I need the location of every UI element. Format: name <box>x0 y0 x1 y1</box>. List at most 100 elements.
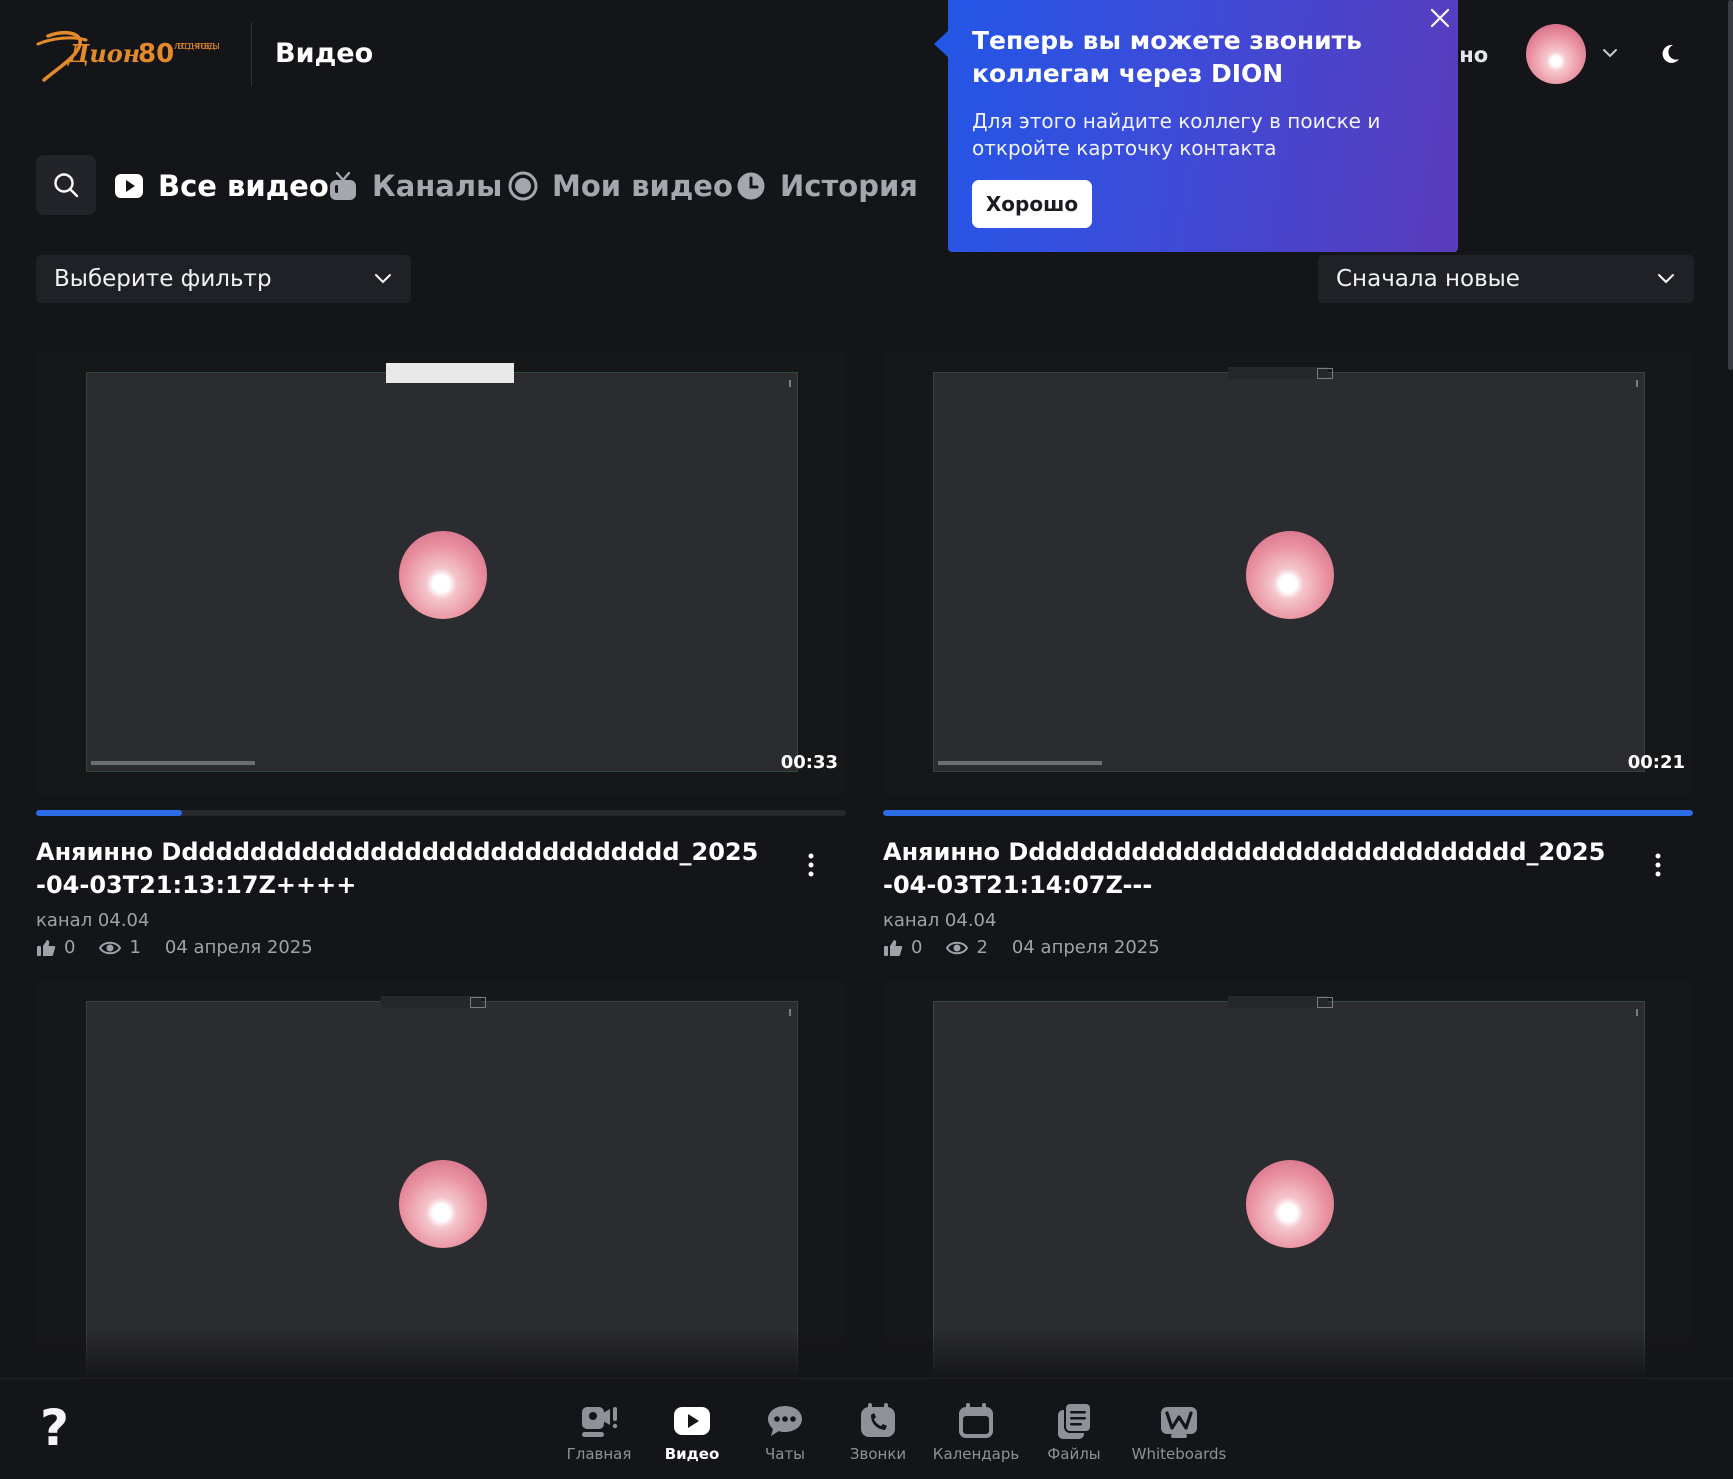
logo-anniversary: 80 <box>138 39 174 69</box>
toast-ok-button[interactable]: Хорошо <box>972 180 1092 228</box>
video-card[interactable] <box>36 981 846 1425</box>
thumbnail-fullscreen-hint <box>1228 367 1328 379</box>
thumbnail-avatar <box>1246 531 1334 619</box>
thumbnail-frame <box>933 367 1645 772</box>
search-icon <box>54 173 79 198</box>
video-card[interactable] <box>883 981 1693 1425</box>
video-card[interactable]: 00:21 Аняинно Dddddddddddddddddddddddddd… <box>883 352 1693 958</box>
dion-logo[interactable]: Дион 80 ЛЕТ СО ДНЯ ПОБЕДЫ! <box>34 24 224 90</box>
nav-item-video[interactable]: Видео <box>642 1401 742 1463</box>
search-button[interactable] <box>36 155 96 215</box>
video-meta: 0 1 04 апреля 2025 <box>36 937 313 958</box>
chevron-down-icon[interactable] <box>1601 46 1619 60</box>
thumbnail-hint-key <box>1317 368 1333 379</box>
tab-channels[interactable]: Каналы <box>328 165 502 207</box>
more-options-icon[interactable] <box>807 852 815 878</box>
dion-logo-image: Дион 80 ЛЕТ СО ДНЯ ПОБЕДЫ! <box>36 30 220 82</box>
nav-item-calendar[interactable]: Календарь <box>926 1401 1026 1463</box>
watch-progress-fill <box>36 810 182 816</box>
watch-progress <box>883 810 1693 816</box>
tab-label: История <box>780 169 918 203</box>
app-header: Дион 80 ЛЕТ СО ДНЯ ПОБЕДЫ! Видео инно <box>0 0 1733 110</box>
thumbnail-mark <box>789 380 791 387</box>
thumbnail-mark <box>789 1009 791 1016</box>
user-avatar[interactable] <box>1526 24 1586 84</box>
phone-icon <box>861 1403 895 1437</box>
video-date: 04 апреля 2025 <box>1011 937 1160 958</box>
video-thumbnail[interactable]: 00:33 <box>36 352 846 796</box>
tab-label: Каналы <box>372 169 503 203</box>
thumbnail-hint-key <box>470 997 486 1008</box>
home-icon <box>582 1407 618 1437</box>
chevron-down-icon <box>1658 274 1674 284</box>
video-date: 04 апреля 2025 <box>164 937 313 958</box>
sort-select-value: Сначала новые <box>1336 266 1520 292</box>
chevron-down-icon <box>375 274 391 284</box>
tv-icon <box>328 171 358 201</box>
like-icon[interactable] <box>883 939 903 957</box>
toast-arrow <box>934 30 949 58</box>
content-fade <box>0 1330 1733 1380</box>
filter-select-value: Выберите фильтр <box>54 266 272 292</box>
thumbnail-fullscreen-hint <box>381 996 481 1008</box>
like-icon[interactable] <box>36 939 56 957</box>
page-title: Видео <box>275 38 374 69</box>
thumbnail-caption-line <box>938 761 1102 765</box>
tab-label: Все видео <box>158 169 329 203</box>
nav-item-whiteboards[interactable]: Whiteboards <box>1129 1401 1229 1463</box>
like-count: 0 <box>911 937 923 958</box>
nav-item-calls[interactable]: Звонки <box>828 1401 928 1463</box>
thumbnail-avatar <box>1246 1160 1334 1248</box>
video-title[interactable]: Аняинно Dddddddddddddddddddddddddddddd_2… <box>883 836 1613 902</box>
toast-text: Для этого найдите коллегу в поиске и отк… <box>972 109 1381 160</box>
more-options-icon[interactable] <box>1654 852 1662 878</box>
thumbnail-frame <box>86 363 798 772</box>
tab-my-videos[interactable]: Мои видео <box>508 165 733 207</box>
tab-all-videos[interactable]: Все видео <box>114 165 329 207</box>
tab-label: Мои видео <box>552 169 733 203</box>
page-scrollbar[interactable] <box>1728 0 1733 370</box>
files-icon <box>1058 1402 1092 1439</box>
play-icon <box>114 171 144 201</box>
clock-icon <box>736 171 766 201</box>
calendar-icon <box>959 1403 993 1438</box>
thumbnail-mark <box>1636 1009 1638 1016</box>
video-thumbnail[interactable]: 00:21 <box>883 352 1693 796</box>
tab-history[interactable]: История <box>736 165 918 207</box>
video-channel[interactable]: канал 04.04 <box>36 910 149 931</box>
video-card[interactable]: 00:33 Аняинно Dddddddddddddddddddddddddd… <box>36 352 846 958</box>
video-channel[interactable]: канал 04.04 <box>883 910 996 931</box>
like-count: 0 <box>64 937 76 958</box>
nav-label: Календарь <box>932 1445 1020 1463</box>
header-divider <box>251 22 252 86</box>
close-icon[interactable] <box>1428 6 1452 30</box>
help-icon[interactable]: ? <box>40 1403 74 1453</box>
sort-select[interactable]: Сначала новые <box>1318 255 1694 303</box>
record-icon <box>508 171 538 201</box>
thumbnail-fullscreen-hint <box>1228 996 1328 1008</box>
nav-item-home[interactable]: Главная <box>549 1401 649 1463</box>
bottom-navigation: ? Главная Видео Чаты Звонки Календарь Фа… <box>0 1378 1733 1479</box>
feature-toast: Теперь вы можете звонить коллегам через … <box>948 0 1458 252</box>
nav-label: Файлы <box>1047 1445 1101 1463</box>
view-count: 2 <box>976 937 988 958</box>
chat-icon <box>768 1406 802 1436</box>
thumbnail-caption-line <box>91 761 255 765</box>
thumbnail-hint-key <box>1317 997 1333 1008</box>
nav-item-chats[interactable]: Чаты <box>735 1401 835 1463</box>
logo-text: Дион <box>67 39 140 68</box>
video-title[interactable]: Аняинно Dddddddddddddddddddddddddddddd_2… <box>36 836 766 902</box>
filter-select[interactable]: Выберите фильтр <box>36 255 411 303</box>
video-duration: 00:33 <box>780 752 838 773</box>
logo-caption: ЛЕТ СО ДНЯ ПОБЕДЫ! <box>174 42 220 51</box>
nav-label: Whiteboards <box>1131 1445 1227 1463</box>
eye-icon <box>99 941 122 954</box>
eye-icon <box>946 941 969 954</box>
thumbnail-avatar <box>399 1160 487 1248</box>
nav-item-files[interactable]: Файлы <box>1024 1401 1124 1463</box>
nav-label: Видео <box>664 1445 720 1463</box>
watch-progress <box>36 810 846 816</box>
moon-icon[interactable] <box>1659 43 1681 65</box>
view-count: 1 <box>129 937 141 958</box>
thumbnail-overlay-tab <box>386 363 514 383</box>
